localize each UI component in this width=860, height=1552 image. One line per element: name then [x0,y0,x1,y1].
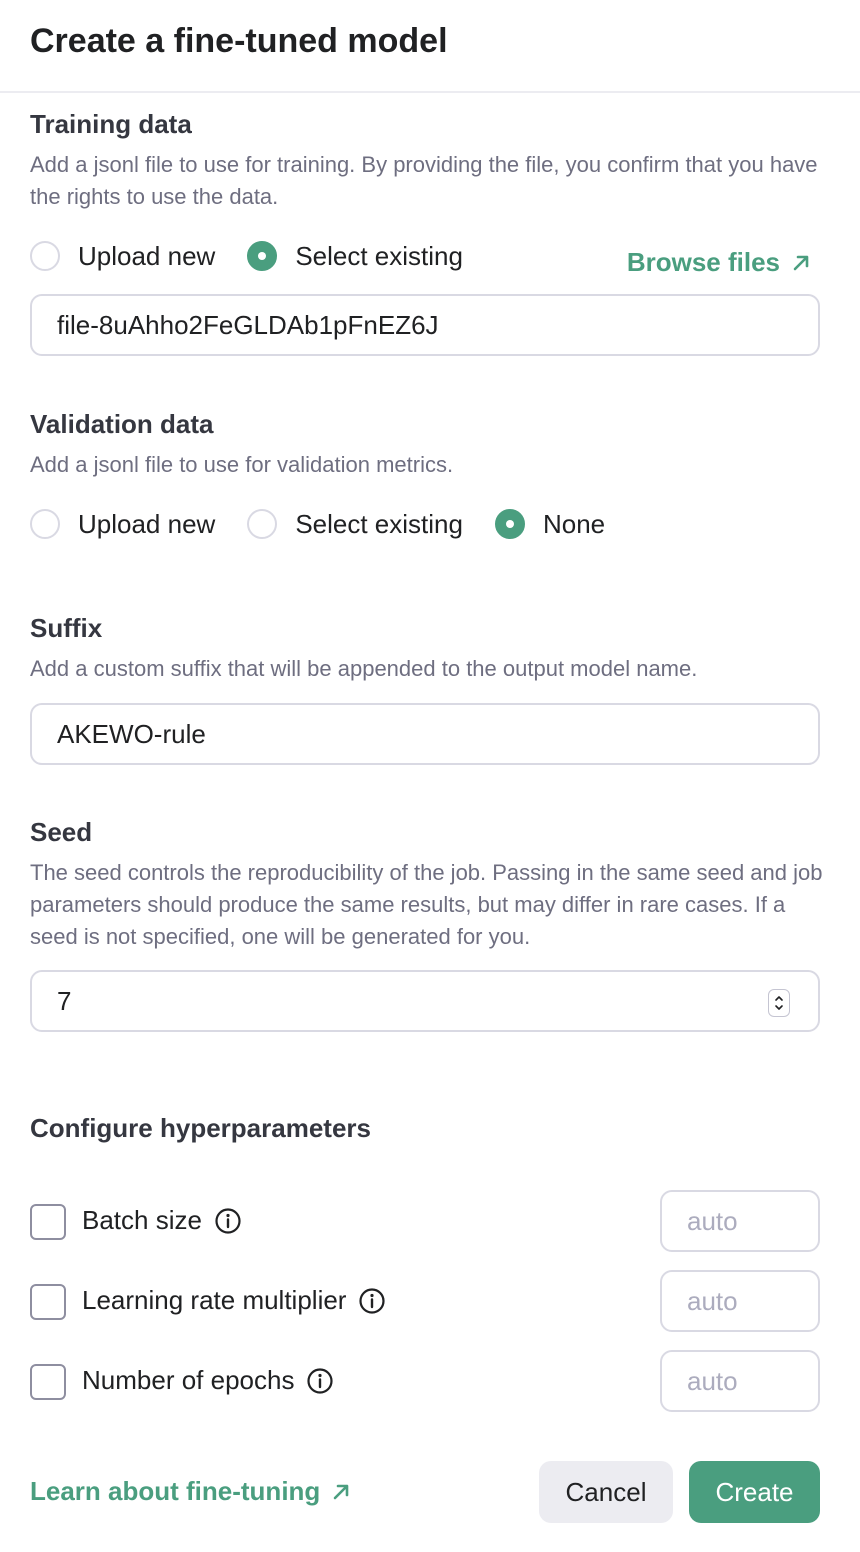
epochs-label: Number of epochs [82,1365,295,1395]
cancel-button[interactable]: Cancel [539,1461,673,1523]
training-data-radio-group: Upload new Select existing [30,239,495,273]
seed-input[interactable]: 7 [30,970,820,1032]
dialog-title: Create a fine-tuned model [30,22,448,60]
create-button[interactable]: Create [689,1461,820,1523]
training-select-existing-label: Select existing [295,240,463,271]
seed-title: Seed [30,817,93,847]
seed-description: The seed controls the reproducibility of… [30,860,823,949]
info-icon[interactable] [214,1207,242,1235]
chevron-up-down-icon [775,996,783,1010]
epochs-row: Number of epochs auto [30,1350,820,1412]
batch-size-checkbox[interactable] [30,1204,66,1240]
training-data-description: Add a jsonl file to use for training. By… [30,152,818,209]
suffix-input[interactable]: AKEWO-rule [30,703,820,765]
browse-files-link[interactable]: Browse files [627,247,812,278]
seed-value: 7 [57,985,72,1016]
batch-size-placeholder: auto [687,1205,738,1236]
validation-none-option[interactable]: None [494,508,606,540]
arrow-up-right-icon [793,255,809,270]
validation-upload-new-option[interactable]: Upload new [30,509,215,540]
training-upload-new-radio[interactable] [30,241,60,271]
suffix-value: AKEWO-rule [57,718,206,749]
training-upload-new-option[interactable]: Upload new [30,241,215,272]
learn-fine-tuning-label: Learn about fine-tuning [30,1476,321,1506]
training-data-title: Training data [30,109,192,139]
info-icon[interactable] [358,1287,386,1315]
learning-rate-label: Learning rate multiplier [82,1285,347,1315]
training-select-existing-option[interactable]: Select existing [247,241,463,272]
epochs-input[interactable]: auto [660,1350,820,1412]
arrow-up-right-icon [334,1484,349,1499]
suffix-description: Add a custom suffix that will be appende… [30,656,698,681]
learn-fine-tuning-link[interactable]: Learn about fine-tuning [30,1476,352,1507]
stepper-icon[interactable] [768,989,790,1017]
validation-select-existing-label: Select existing [295,508,463,539]
validation-select-existing-radio[interactable] [247,509,278,539]
dialog-header: Create a fine-tuned model [0,0,860,93]
validation-data-title: Validation data [30,409,214,439]
batch-size-row: Batch size auto [30,1190,820,1252]
learning-rate-label-wrap: Learning rate multiplier [82,1285,386,1316]
validation-upload-new-label: Upload new [78,508,216,539]
validation-upload-new-radio[interactable] [30,509,60,539]
learning-rate-placeholder: auto [687,1285,738,1316]
learning-rate-checkbox[interactable] [30,1284,66,1320]
validation-none-radio[interactable] [494,509,525,539]
learning-rate-input[interactable]: auto [660,1270,820,1332]
batch-size-input[interactable]: auto [660,1190,820,1252]
epochs-placeholder: auto [687,1365,738,1396]
validation-data-radio-group: Upload new Select existing None [30,507,637,541]
learning-rate-row: Learning rate multiplier auto [30,1270,820,1332]
batch-size-label-wrap: Batch size [82,1205,242,1236]
hyperparameters-title: Configure hyperparameters [30,1113,371,1143]
training-file-input[interactable]: file-8uAhho2FeGLDAb1pFnEZ6J [30,294,820,356]
training-upload-new-label: Upload new [78,240,216,271]
validation-select-existing-option[interactable]: Select existing [247,509,463,540]
epochs-checkbox[interactable] [30,1364,66,1400]
suffix-title: Suffix [30,613,103,643]
validation-none-label: None [542,508,606,539]
validation-data-description: Add a jsonl file to use for validation m… [30,452,454,477]
epochs-label-wrap: Number of epochs [82,1365,334,1396]
info-icon[interactable] [306,1367,334,1395]
training-select-existing-radio[interactable] [247,241,278,271]
browse-files-label: Browse files [626,247,780,277]
training-file-value: file-8uAhho2FeGLDAb1pFnEZ6J [57,309,439,340]
batch-size-label: Batch size [82,1205,202,1235]
